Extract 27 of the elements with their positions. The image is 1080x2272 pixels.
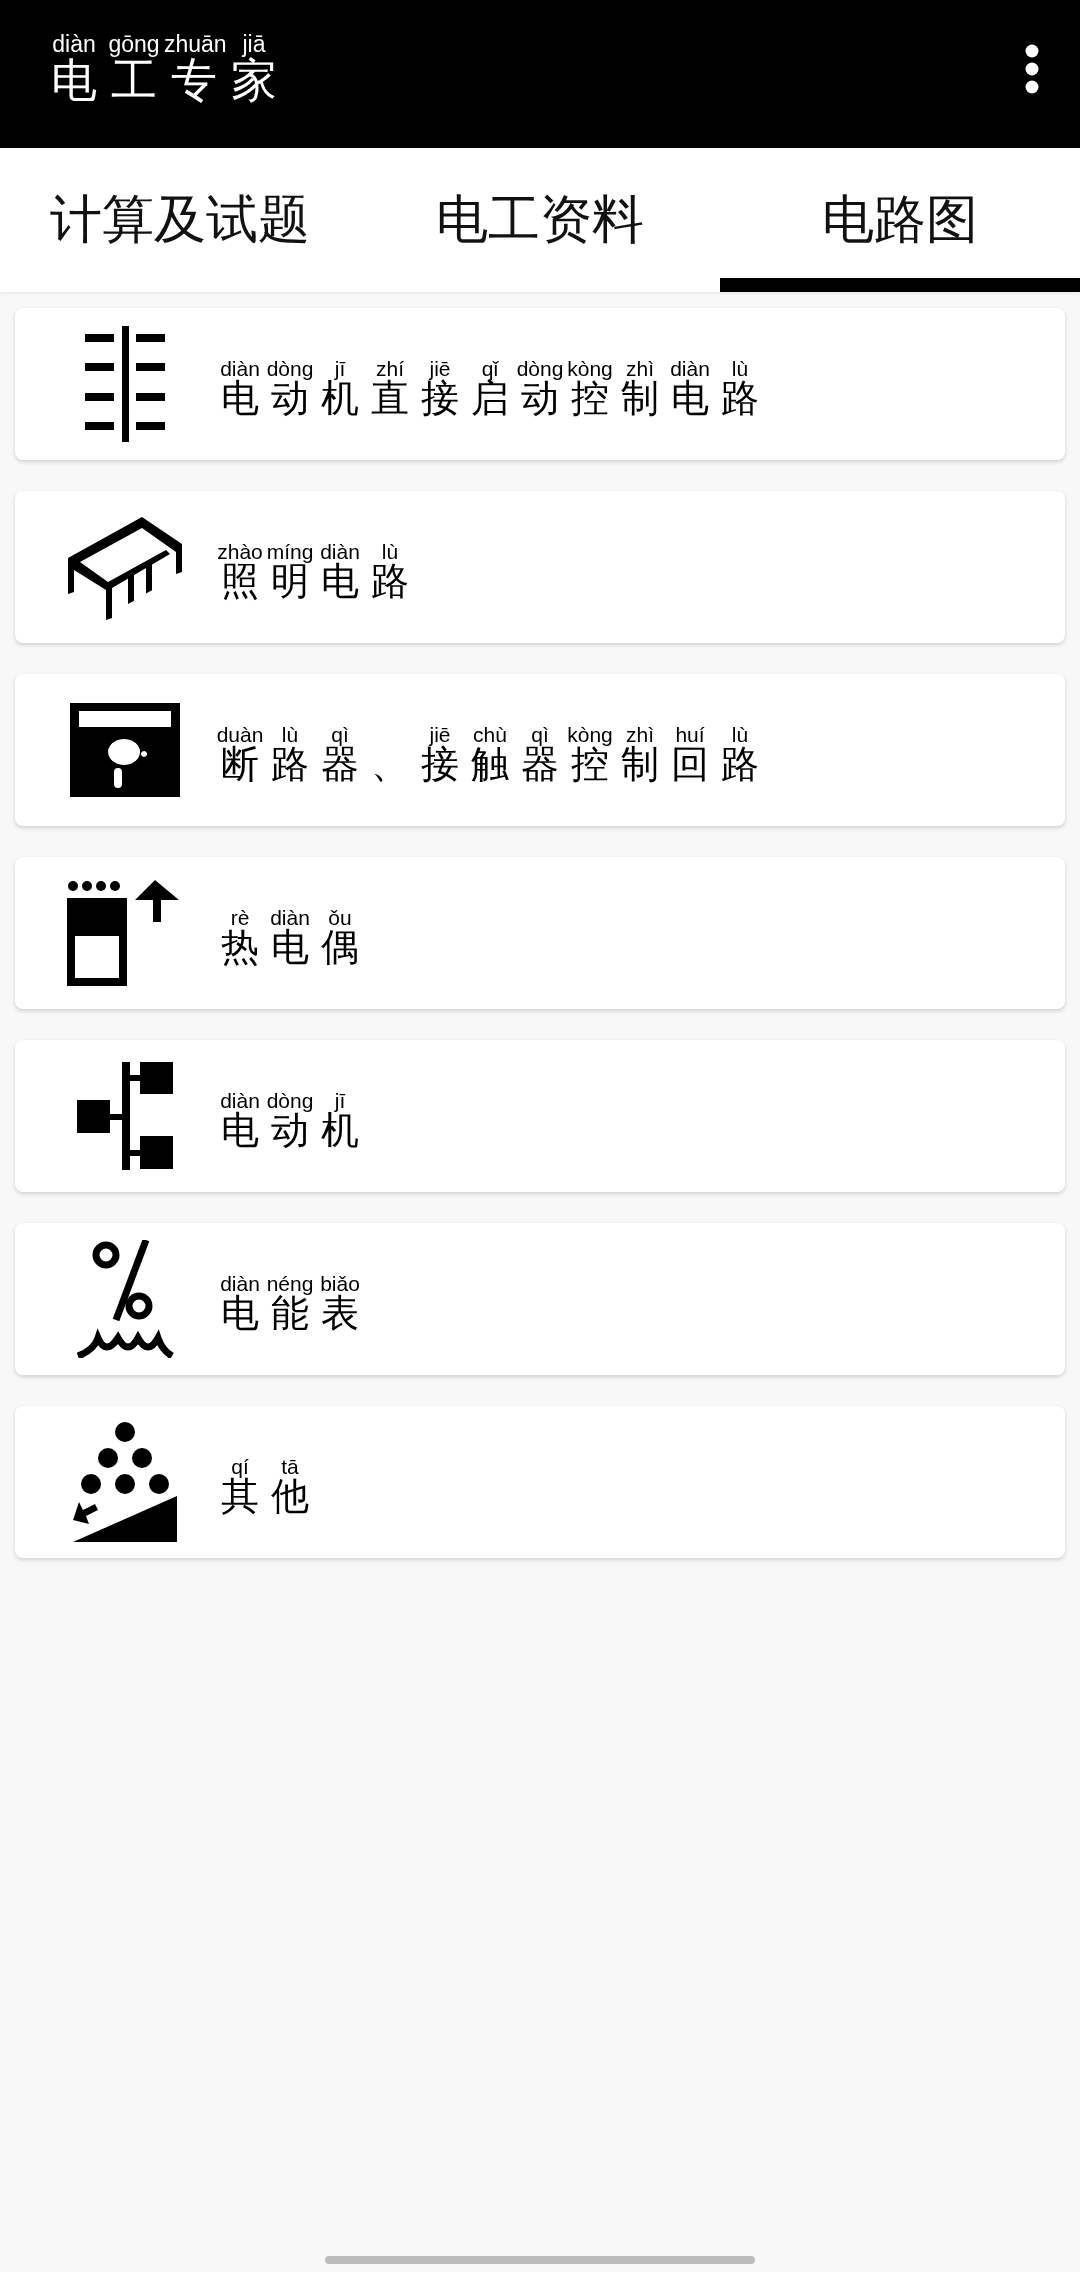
pinyin-text: diàn gōng zhuān jiā [51,33,266,57]
tab[interactable]: 电工资料 [360,148,720,292]
pinyin-text: qí tā [231,1455,300,1477]
percent-wave-icon [76,1240,174,1358]
circuit-card[interactable]: qí tā 其 他 [15,1406,1065,1558]
circuit-card[interactable]: zhào míng diàn lù 照 明 电 路 [15,491,1065,643]
pinyin-text: duàn lù qì jiē chù qì kòng zhì huí lù [215,723,750,745]
tab[interactable]: 电路图 [720,148,1080,292]
circuit-card[interactable]: diàn dòng jī 电 动 机 [15,1040,1065,1192]
pinyin-text: diàn dòng jī [219,1089,347,1111]
pinyin-text: diàn néng biǎo [219,1272,361,1294]
bars-icon [85,326,165,442]
pinyin-text: rè diàn ǒu [229,906,353,928]
circuit-card[interactable]: rè diàn ǒu 热 电 偶 [15,857,1065,1009]
circuit-card[interactable]: duàn lù qì jiē chù qì kòng zhì huí lù 断 路 器 、 接 触 器 控 制 回 路 [15,674,1065,826]
balls-slope-icon [73,1422,177,1542]
item-title: 其 他 [220,1476,310,1517]
pinyin-text: zhào míng diàn lù [216,540,400,562]
app-title: 电 工 专 家 [50,56,278,105]
circuit-card[interactable]: diàn néng biǎo 电 能 表 [15,1223,1065,1375]
item-title: 热 电 偶 [220,927,360,968]
circuit-card[interactable]: diàn dòng jī zhí jiē qǐ dòng kòng zhì diàn lù 电 动 机 直 接 启 动 控 制 电 路 [15,308,1065,460]
network-icon [77,1062,173,1170]
tab[interactable]: 计算及试题 [0,148,360,292]
pinyin-text: diàn dòng jī zhí jiē qǐ dòng kòng zhì diàn lù [219,357,750,379]
more-menu-icon[interactable] [1024,44,1040,94]
chip-icon [66,514,184,620]
